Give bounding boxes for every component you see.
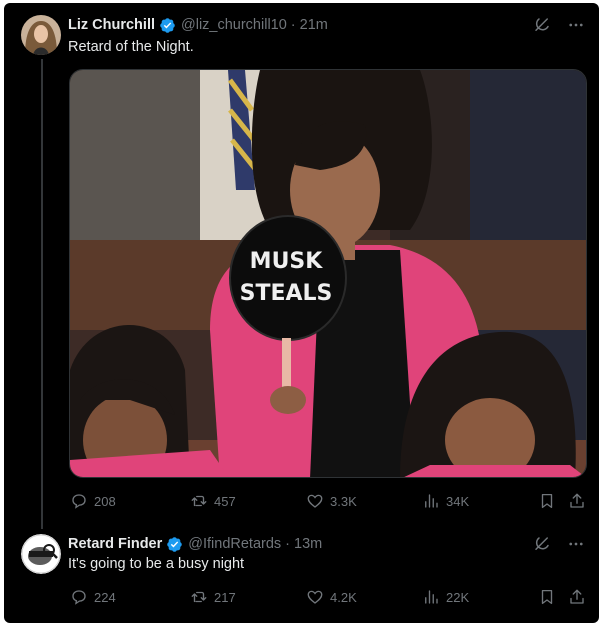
- like-count: 3.3K: [330, 493, 357, 509]
- like-button[interactable]: 4.2K: [306, 587, 357, 607]
- reply-count: 208: [94, 493, 116, 509]
- views-count: 34K: [446, 493, 470, 509]
- verified-badge-icon: [159, 17, 176, 34]
- timestamp[interactable]: 13m: [294, 536, 322, 552]
- repost-count: 217: [214, 589, 236, 605]
- timestamp[interactable]: 21m: [300, 17, 328, 33]
- avatar-liz-churchill[interactable]: [21, 15, 61, 55]
- like-count: 4.2K: [330, 589, 357, 605]
- reply-button[interactable]: 224: [70, 587, 116, 607]
- author-name[interactable]: Retard Finder: [68, 536, 162, 552]
- thread-connector-line: [41, 59, 43, 529]
- separator-dot: ·: [285, 536, 291, 552]
- reply-icon: [72, 590, 86, 605]
- tweet-top-icons: [533, 16, 585, 34]
- like-icon: [307, 494, 323, 508]
- repost-button[interactable]: 217: [190, 587, 236, 607]
- views-button[interactable]: 34K: [422, 491, 469, 511]
- tweet-text: Retard of the Night.: [68, 39, 194, 55]
- repost-icon: [191, 495, 207, 507]
- share-button[interactable]: [568, 491, 586, 511]
- repost-icon: [191, 591, 207, 603]
- tweet-header: Liz Churchill @liz_churchill10 · 21m: [68, 15, 328, 35]
- author-handle[interactable]: @liz_churchill10: [181, 17, 287, 33]
- sign-text-line2: STEALS: [240, 281, 333, 306]
- share-icon: [570, 589, 584, 604]
- tweet-top-icons: [533, 535, 585, 553]
- bookmark-icon: [541, 589, 553, 605]
- bookmark-button[interactable]: [538, 491, 556, 511]
- share-icon: [570, 493, 584, 508]
- separator-dot: ·: [290, 17, 296, 33]
- share-button[interactable]: [568, 587, 586, 607]
- timeline-frame: Liz Churchill @liz_churchill10 · 21m Ret…: [4, 3, 599, 623]
- bookmark-button[interactable]: [538, 587, 556, 607]
- tweet-actions-bar: 224 217 4.2K 22K: [68, 587, 588, 607]
- more-icon[interactable]: [567, 16, 585, 34]
- repost-button[interactable]: 457: [190, 491, 236, 511]
- verified-badge-icon: [166, 536, 183, 553]
- reply-count: 224: [94, 589, 116, 605]
- tweet-actions-bar: 208 457 3.3K 34K: [68, 491, 588, 511]
- views-count: 22K: [446, 589, 470, 605]
- tweet-media-image[interactable]: MUSK STEALS: [69, 69, 587, 478]
- more-icon[interactable]: [567, 535, 585, 553]
- like-button[interactable]: 3.3K: [306, 491, 357, 511]
- reply-icon: [72, 494, 86, 509]
- like-icon: [307, 590, 323, 604]
- repost-count: 457: [214, 493, 236, 509]
- reply-button[interactable]: 208: [70, 491, 116, 511]
- sign-text-line1: MUSK: [250, 249, 324, 274]
- bookmark-icon: [541, 493, 553, 509]
- author-handle[interactable]: @IfindRetards: [188, 536, 281, 552]
- author-name[interactable]: Liz Churchill: [68, 17, 155, 33]
- views-icon: [425, 494, 438, 508]
- views-button[interactable]: 22K: [422, 587, 469, 607]
- grok-icon[interactable]: [533, 16, 551, 34]
- tweet-text: It's going to be a busy night: [68, 556, 245, 572]
- tweet-header: Retard Finder @IfindRetards · 13m: [68, 534, 322, 554]
- avatar-retard-finder[interactable]: [21, 534, 61, 574]
- views-icon: [425, 590, 438, 604]
- grok-icon[interactable]: [533, 535, 551, 553]
